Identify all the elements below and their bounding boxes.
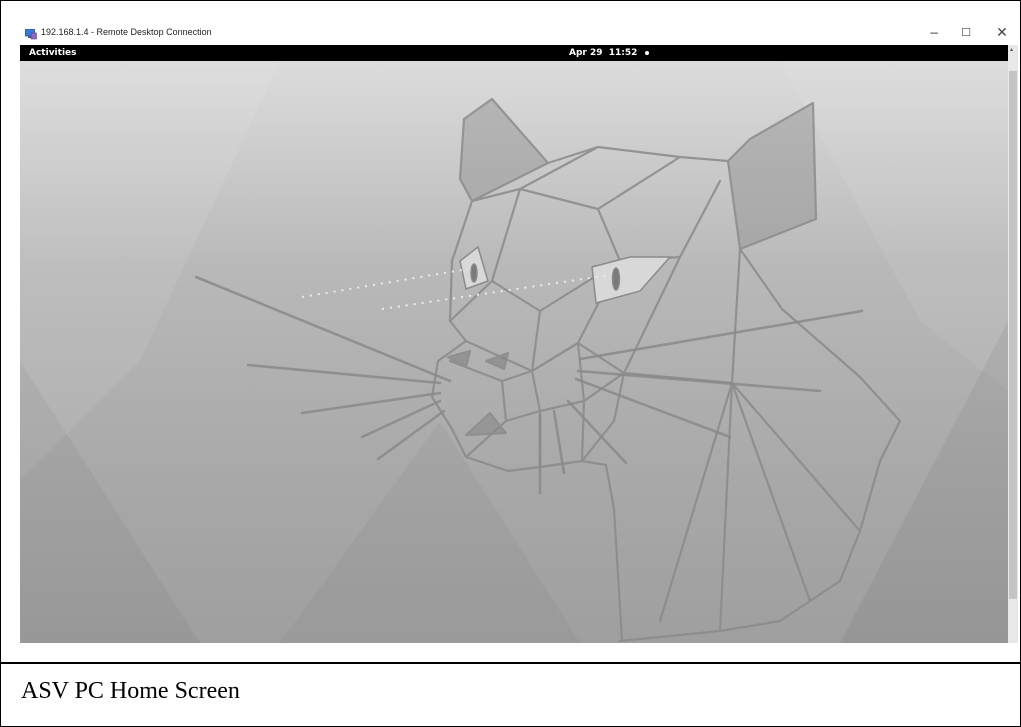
document-frame: 192.168.1.4 - Remote Desktop Connection … xyxy=(0,0,1021,727)
window-title: 192.168.1.4 - Remote Desktop Connection xyxy=(41,27,212,37)
fossa-wallpaper-art xyxy=(20,61,1008,643)
minimize-button[interactable]: − xyxy=(919,23,949,43)
clock-label: Apr 29 11:52 xyxy=(569,48,638,58)
notification-dot-icon xyxy=(645,50,650,55)
desktop-wallpaper[interactable] xyxy=(20,61,1008,643)
remote-desktop-icon xyxy=(25,27,37,40)
close-button[interactable]: ✕ xyxy=(987,23,1017,43)
window-titlebar[interactable]: 192.168.1.4 - Remote Desktop Connection … xyxy=(3,19,1020,47)
caption-divider xyxy=(1,662,1021,664)
activities-button[interactable]: Activities xyxy=(29,45,77,61)
figure-caption: ASV PC Home Screen xyxy=(21,678,240,704)
maximize-button[interactable]: ☐ xyxy=(951,23,981,43)
scroll-up-arrow-icon[interactable]: ▴ xyxy=(1010,47,1016,53)
scrollbar-thumb[interactable] xyxy=(1009,71,1017,599)
clock-button[interactable]: Apr 29 11:52 xyxy=(569,45,650,61)
gnome-top-bar: Activities Apr 29 11:52 xyxy=(20,45,1008,61)
